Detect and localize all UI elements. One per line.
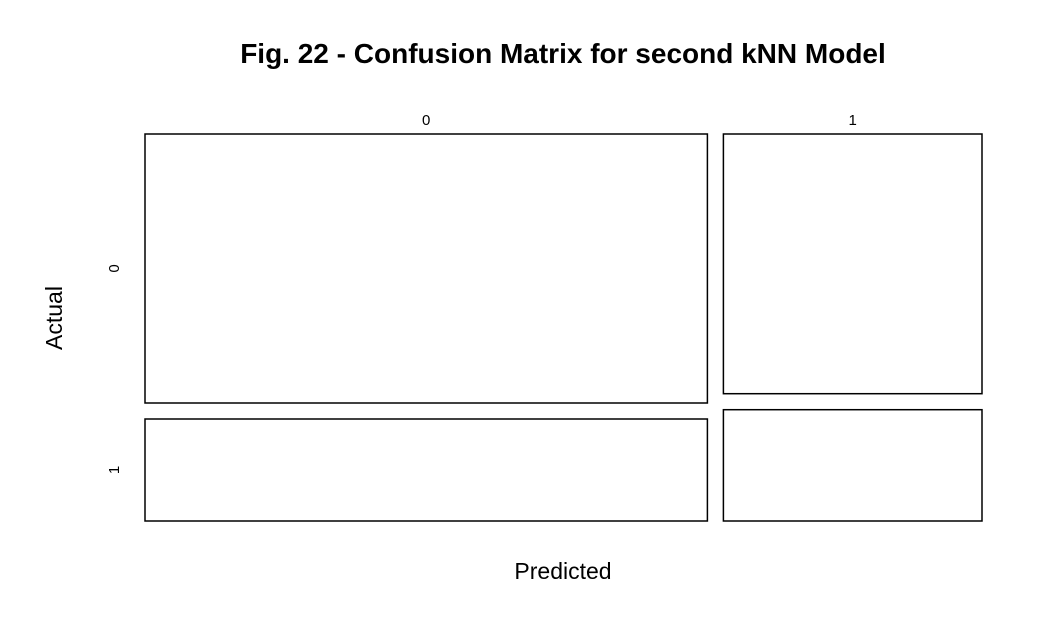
cell-predicted-0-actual-0 [144,133,709,404]
mosaic-cells-group [144,133,983,522]
predicted-level-label-0: 0 [422,112,430,129]
cell-predicted-1-actual-0 [722,133,983,395]
predicted-level-labels: 01 [422,112,857,129]
cell-predicted-0-actual-1 [144,418,709,522]
x-axis-label: Predicted [514,558,611,584]
actual-level-label-1: 1 [106,466,123,474]
chart-title: Fig. 22 - Confusion Matrix for second kN… [240,38,886,69]
y-axis-label: Actual [41,286,67,350]
confusion-matrix-mosaic-plot: Fig. 22 - Confusion Matrix for second kN… [41,38,983,584]
actual-level-labels: 01 [106,264,123,474]
predicted-level-label-1: 1 [849,112,857,129]
cell-predicted-1-actual-1 [722,408,983,522]
actual-level-label-0: 0 [106,264,123,272]
chart-container: Fig. 22 - Confusion Matrix for second kN… [0,0,1040,626]
